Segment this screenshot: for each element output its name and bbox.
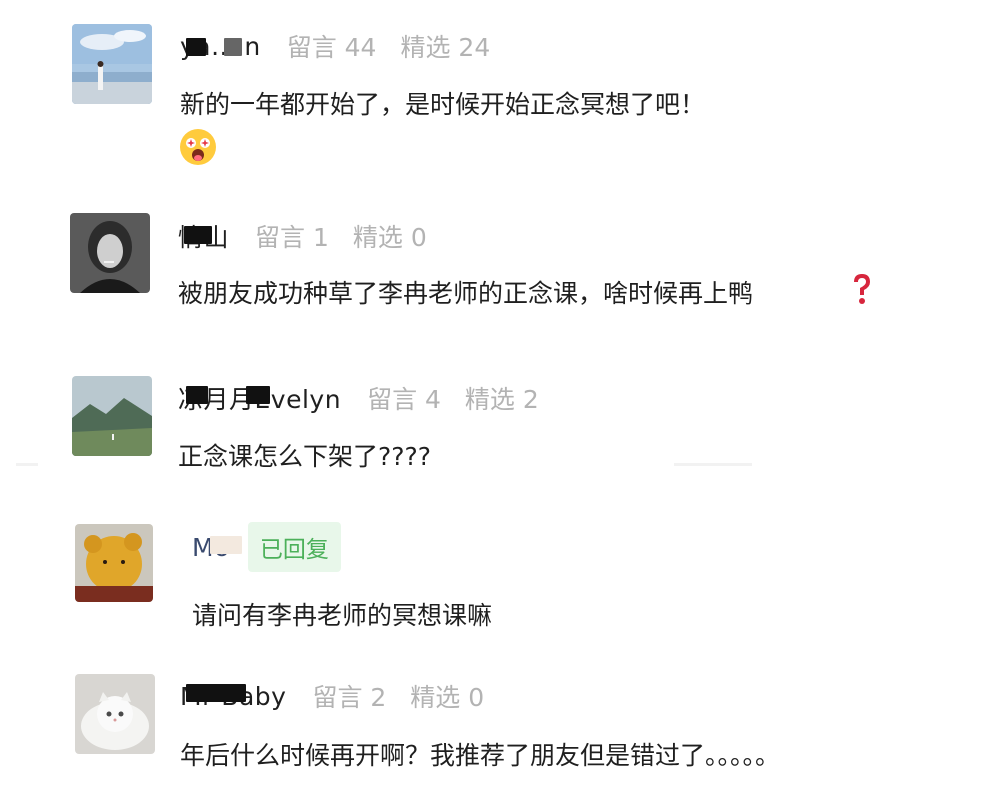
comment-text: 新的一年都开始了，是时候开始正念冥想了吧！ — [180, 90, 706, 119]
redaction-block — [246, 386, 270, 404]
divider — [16, 463, 38, 466]
avatar[interactable] — [75, 674, 155, 754]
avatar[interactable] — [72, 24, 152, 104]
avatar-portrait-image — [70, 213, 150, 293]
avatar[interactable] — [75, 524, 153, 602]
comment-count: 留言 4 — [367, 385, 441, 414]
redaction-block — [210, 536, 242, 554]
comment-count: 留言 44 — [286, 33, 377, 62]
avatar-white-cat-image — [75, 674, 155, 754]
starstruck-face-icon — [178, 127, 218, 167]
redaction-block — [184, 226, 212, 244]
comment-text: 正念课怎么下架了???? — [178, 442, 432, 471]
avatar-plush-bear-image — [75, 524, 153, 602]
comment-text: 请问有李冉老师的冥想课嘛 — [192, 601, 493, 630]
red-question-mark-icon — [848, 272, 876, 306]
avatar[interactable] — [72, 376, 152, 456]
featured-count: 精选 2 — [464, 385, 539, 414]
avatar-landscape-image — [72, 376, 152, 456]
divider — [674, 463, 752, 466]
comment-count: 留言 1 — [255, 223, 329, 252]
comment-count: 留言 2 — [312, 683, 387, 712]
redaction-block — [224, 38, 242, 56]
avatar-lake-image — [72, 24, 152, 104]
redaction-block — [186, 386, 208, 404]
avatar[interactable] — [70, 213, 150, 293]
redaction-block — [186, 684, 246, 702]
redaction-block — [186, 38, 206, 56]
featured-count: 精选 24 — [400, 33, 491, 62]
comment-text: 年后什么时候再开啊？我推荐了朋友但是错过了。。。。。 — [180, 741, 781, 770]
featured-count: 精选 0 — [410, 683, 485, 712]
comment-text: 被朋友成功种草了李冉老师的正念课，啥时候再上鸭 — [178, 279, 754, 308]
featured-count: 精选 0 — [352, 223, 427, 252]
replied-badge: 已回复 — [247, 522, 341, 572]
